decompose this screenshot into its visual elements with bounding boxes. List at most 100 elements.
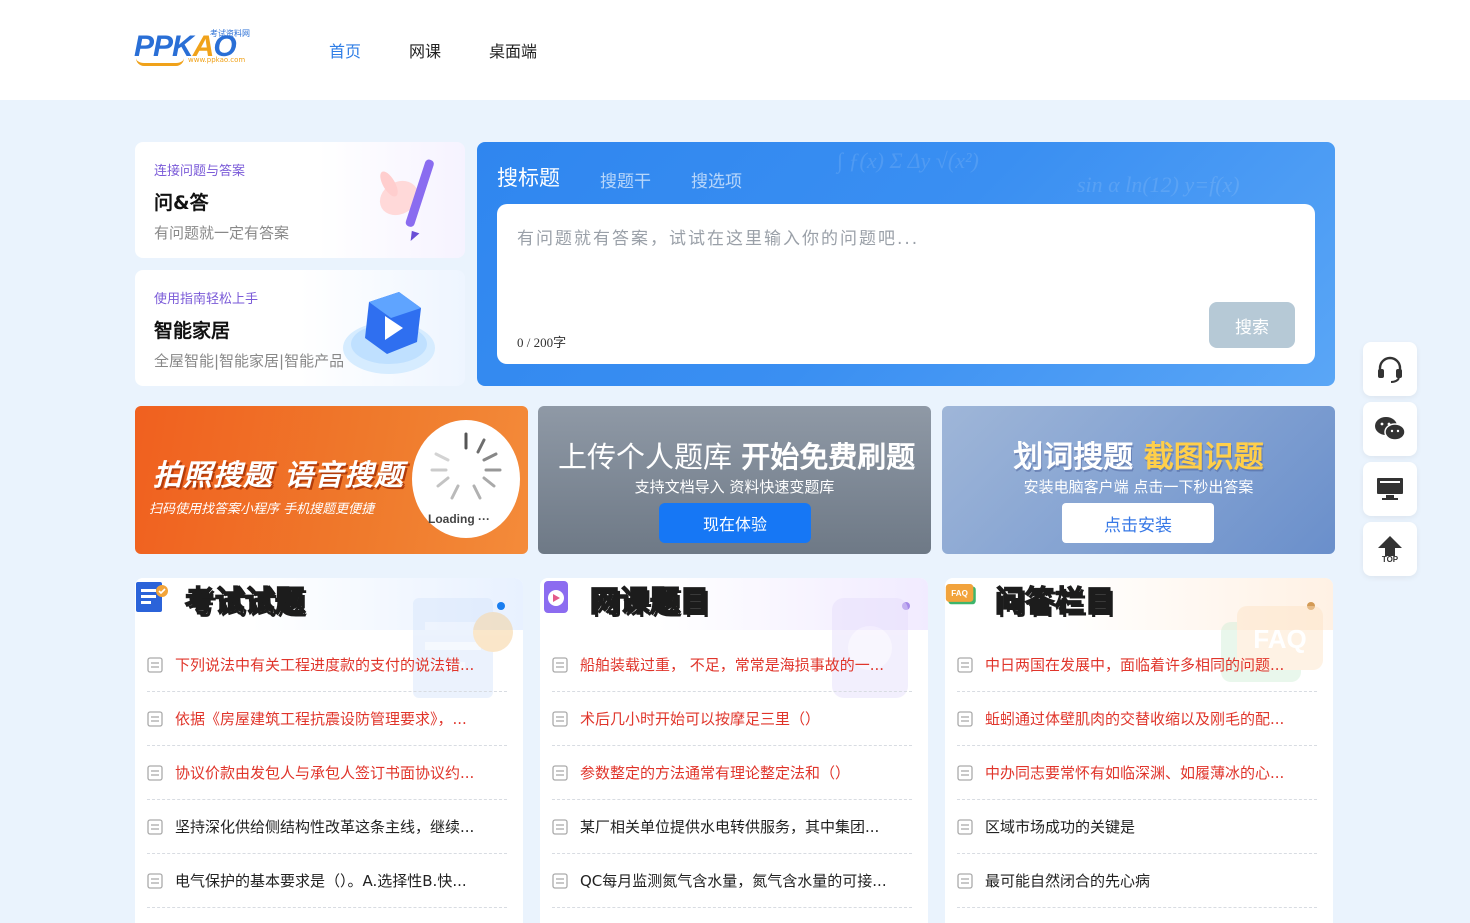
headset-icon — [1378, 356, 1402, 383]
document-icon — [957, 764, 973, 781]
item-text: 某厂相关单位提供水电转供服务，其中集团... — [580, 818, 880, 836]
desktop-client-button[interactable] — [1363, 462, 1417, 516]
section-qa-column: FAQ 问答栏目 FAQ 中日两国在发展中，面临着许多相同的问题... 蚯蚓通过… — [945, 578, 1333, 923]
logo-swoosh — [136, 58, 184, 66]
list-item[interactable]: 船舶装载过重， 不足，常常是海损事故的一... — [552, 638, 912, 692]
install-button[interactable]: 点击安装 — [1062, 503, 1214, 543]
wechat-button[interactable] — [1363, 402, 1417, 456]
section-title[interactable]: 考试试题 — [184, 578, 305, 620]
tab-search-title[interactable]: 搜标题 — [497, 162, 560, 192]
document-icon — [147, 710, 163, 727]
tab-search-options[interactable]: 搜选项 — [691, 167, 742, 192]
search-tabs: 搜标题 搜题干 搜选项 — [497, 162, 782, 192]
item-text: 最可能自然闭合的先心病 — [985, 872, 1151, 890]
document-icon — [957, 656, 973, 673]
item-text: 协议价款由发包人与承包人签订书面协议约... — [175, 764, 475, 782]
list-item[interactable]: 某厂相关单位提供水电转供服务，其中集团... — [552, 800, 912, 854]
svg-text:FAQ: FAQ — [951, 589, 968, 598]
main-nav: 首页 网课 桌面端 — [329, 38, 585, 62]
item-text: 坚持深化供给侧结构性改革这条主线，继续... — [175, 818, 475, 836]
list-item[interactable]: 中日两国在发展中，面临着许多相同的问题... — [957, 638, 1317, 692]
list-item[interactable]: 术后几小时开始可以按摩足三里（） — [552, 692, 912, 746]
search-panel: ∫ ƒ(x) Σ Δy √(x²) sin α ln(12) y=f(x) 搜标… — [477, 142, 1335, 386]
video-cube-icon — [343, 292, 435, 374]
banner-title-white: 划词搜题 — [1013, 440, 1144, 475]
banner-title-bold: 开始免费刷题 — [741, 440, 916, 474]
nav-desktop[interactable]: 桌面端 — [489, 38, 537, 62]
promo-desc: 全屋智能|智能家居|智能产品 — [154, 352, 345, 370]
list-item[interactable]: 坚持深化供给侧结构性改革这条主线，继续... — [147, 800, 507, 854]
header: PPKAO 考试资料网 www.ppkao.com 首页 网课 桌面端 — [0, 0, 1470, 100]
search-button[interactable]: 搜索 — [1209, 302, 1295, 348]
item-text: 中日两国在发展中，面临着许多相同的问题... — [985, 656, 1285, 674]
document-icon — [957, 872, 973, 889]
item-text: 参数整定的方法通常有理论整定法和（） — [580, 764, 851, 782]
banner-subtitle: 安装电脑客户端 点击一下秒出答案 — [1023, 478, 1254, 496]
tab-search-stem[interactable]: 搜题干 — [600, 167, 651, 192]
loading-label: Loading ··· — [428, 512, 490, 526]
char-count: 0 / 200字 — [517, 335, 567, 350]
section-course-questions: 网课题目 船舶装载过重， 不足，常常是海损事故的一... 术后几小时开始可以按摩… — [540, 578, 928, 923]
math-decoration: ∫ ƒ(x) Σ Δy √(x²) — [837, 148, 979, 173]
question-list: 中日两国在发展中，面临着许多相同的问题... 蚯蚓通过体壁肌肉的交替收缩以及刚毛… — [957, 638, 1317, 908]
desktop-client-banner: 划词搜题 截图识题 安装电脑客户端 点击一下秒出答案 点击安装 — [942, 406, 1335, 554]
document-icon — [957, 710, 973, 727]
banner-subtitle: 支持文档导入 资料快速变题库 — [634, 478, 835, 496]
section-title[interactable]: 问答栏目 — [994, 578, 1115, 620]
wechat-icon — [1375, 417, 1406, 441]
document-icon — [552, 872, 568, 889]
hand-pen-icon — [379, 159, 434, 241]
list-item[interactable]: QC每月监测氮气含水量，氮气含水量的可接... — [552, 854, 912, 908]
exam-doc-icon — [136, 582, 168, 612]
promo-desc: 有问题就一定有答案 — [154, 224, 290, 242]
list-item[interactable]: 参数整定的方法通常有理论整定法和（） — [552, 746, 912, 800]
item-text: 区域市场成功的关键是 — [985, 818, 1136, 836]
document-icon — [147, 656, 163, 673]
document-icon — [957, 818, 973, 835]
nav-home[interactable]: 首页 — [329, 38, 361, 62]
promo-subtitle: 连接问题与答案 — [154, 164, 246, 179]
promo-title: 问&答 — [154, 192, 209, 214]
list-item[interactable]: 下列说法中有关工程进度款的支付的说法错... — [147, 638, 507, 692]
document-icon — [552, 656, 568, 673]
list-item[interactable]: 蚯蚓通过体壁肌肉的交替收缩以及刚毛的配... — [957, 692, 1317, 746]
banner-title-yellow: 截图识题 — [1143, 440, 1264, 475]
ppkao-logo[interactable]: PPKAO 考试资料网 www.ppkao.com — [134, 28, 258, 68]
list-item[interactable]: 依据《房屋建筑工程抗震设防管理要求》，... — [147, 692, 507, 746]
upload-bank-banner: 上传个人题库 开始免费刷题 支持文档导入 资料快速变题库 现在体验 — [538, 406, 931, 554]
document-icon — [552, 710, 568, 727]
search-input[interactable] — [517, 224, 1277, 304]
photo-search-banner[interactable]: 拍照搜题 语音搜题 扫码使用找答案小程序 手机搜题更便捷 Loading ··· — [135, 406, 528, 554]
logo-tagline: 考试资料网 — [210, 29, 250, 38]
nav-online-course[interactable]: 网课 — [409, 38, 441, 62]
banner-title-light: 上传个人题库 — [558, 440, 742, 474]
list-item[interactable]: 电气保护的基本要求是（）。A.选择性B.快... — [147, 854, 507, 908]
loading-spinner-icon — [430, 432, 502, 500]
list-item[interactable]: 区域市场成功的关键是 — [957, 800, 1317, 854]
banner-title: 上传个人题库 开始免费刷题 — [558, 434, 915, 476]
question-list: 下列说法中有关工程进度款的支付的说法错... 依据《房屋建筑工程抗震设防管理要求… — [147, 638, 507, 908]
list-item[interactable]: 协议价款由发包人与承包人签订书面协议约... — [147, 746, 507, 800]
top-label: TOP — [1381, 554, 1399, 564]
promo-subtitle: 使用指南轻松上手 — [154, 292, 259, 307]
promo-qa-card[interactable]: 连接问题与答案 问&答 有问题就一定有答案 — [135, 142, 465, 258]
document-icon — [552, 818, 568, 835]
item-text: 蚯蚓通过体壁肌肉的交替收缩以及刚毛的配... — [985, 710, 1285, 728]
search-box: 0 / 200字 搜索 — [497, 204, 1315, 364]
list-item[interactable]: 中办同志要常怀有如临深渊、如履薄冰的心... — [957, 746, 1317, 800]
item-text: 依据《房屋建筑工程抗震设防管理要求》，... — [175, 710, 467, 728]
try-now-button[interactable]: 现在体验 — [659, 503, 811, 543]
item-text: 船舶装载过重， 不足，常常是海损事故的一... — [580, 656, 885, 674]
desktop-icon — [1377, 478, 1403, 500]
list-item[interactable]: 最可能自然闭合的先心病 — [957, 854, 1317, 908]
document-icon — [147, 818, 163, 835]
document-icon — [147, 764, 163, 781]
item-text: QC每月监测氮气含水量，氮气含水量的可接... — [580, 872, 887, 890]
faq-icon: FAQ — [945, 584, 976, 605]
section-title[interactable]: 网课题目 — [589, 578, 710, 620]
back-to-top-button[interactable]: TOP — [1363, 522, 1417, 576]
customer-service-button[interactable] — [1363, 342, 1417, 396]
section-exam-questions: 考试试题 下列说法中有关工程进度款的支付的说法错... 依据《房屋建筑工程抗震设… — [135, 578, 523, 923]
promo-smart-home-card[interactable]: 使用指南轻松上手 智能家居 全屋智能|智能家居|智能产品 — [135, 270, 465, 386]
banner-title: 拍照搜题 语音搜题 — [153, 458, 405, 492]
